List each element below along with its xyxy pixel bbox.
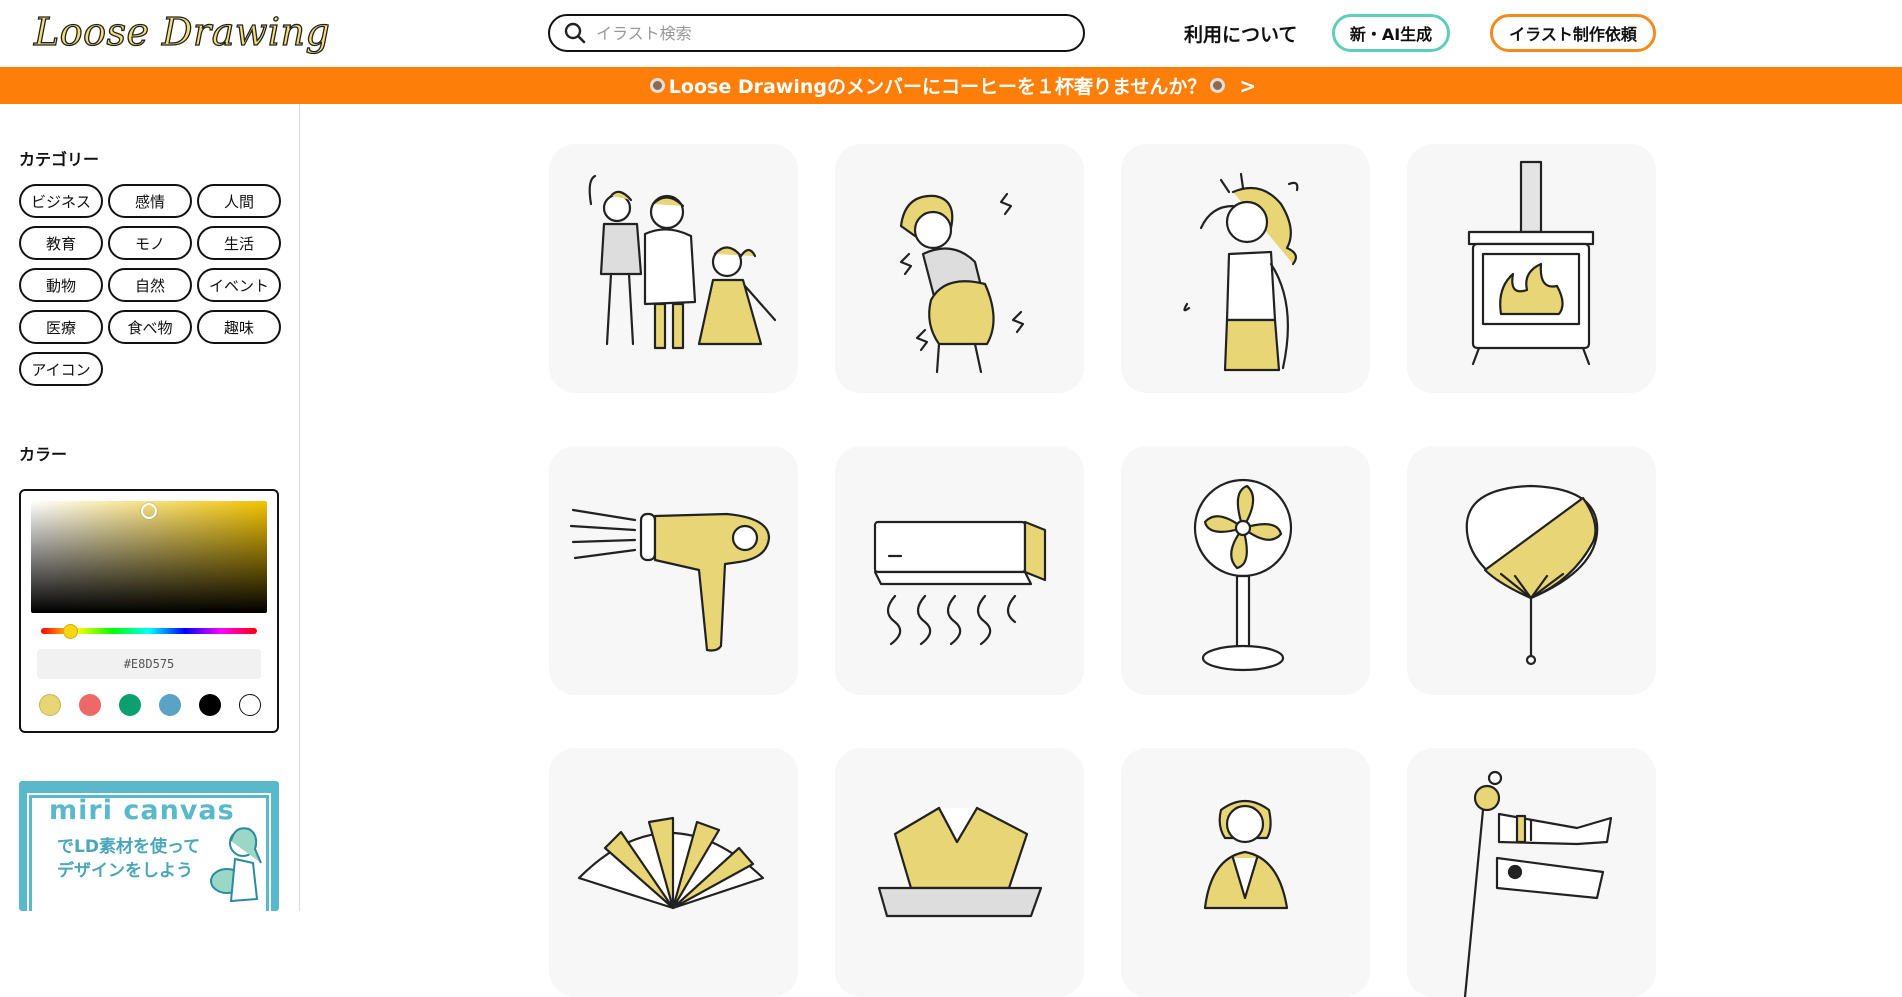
category-tag-medical[interactable]: 医療: [19, 310, 103, 344]
illustration-card[interactable]: [835, 144, 1084, 393]
electric-fan-icon: [1193, 478, 1293, 672]
illustration-card[interactable]: [835, 748, 1084, 997]
color-swatches: [39, 694, 261, 716]
air-conditioner-icon: [873, 520, 1047, 646]
family-icon: [588, 174, 777, 350]
promo-text: でLD素材を使ってデザインをしよう: [57, 837, 201, 881]
illustration-card[interactable]: [1121, 748, 1370, 997]
coffee-banner[interactable]: Loose Drawingのメンバーにコーヒーを１杯奢りませんか？ >: [0, 67, 1902, 104]
pregnant-woman-icon: [899, 192, 1025, 374]
miricanvas-promo[interactable]: miri canvas でLD素材を使ってデザインをしよう: [19, 781, 279, 911]
category-tag-event[interactable]: イベント: [197, 268, 281, 302]
swatch-white[interactable]: [239, 694, 261, 716]
illustration-card[interactable]: [1407, 144, 1656, 393]
kimono-child-icon: [1203, 799, 1289, 910]
search-input[interactable]: [596, 23, 1056, 43]
category-tag-people[interactable]: 人間: [197, 184, 281, 218]
sidebar: カテゴリー ビジネス 感情 人間 教育 モノ 生活 動物 自然 イベント 医療 …: [0, 104, 300, 911]
wood-stove-icon: [1467, 160, 1595, 366]
swatch-blue[interactable]: [159, 694, 181, 716]
folding-fan-icon: [577, 816, 765, 910]
illustration-card[interactable]: [549, 144, 798, 393]
swatch-black[interactable]: [199, 694, 221, 716]
koinobori-icon: [1463, 770, 1613, 997]
illustration-card[interactable]: [1407, 748, 1656, 997]
nav-ai-button[interactable]: 新・AI生成: [1332, 14, 1450, 52]
illustration-card[interactable]: [549, 446, 798, 695]
category-heading: カテゴリー: [19, 150, 100, 169]
nav-about-link[interactable]: 利用について: [1184, 20, 1297, 47]
headache-woman-icon: [1183, 172, 1299, 372]
illustration-card[interactable]: [835, 446, 1084, 695]
illustration-card[interactable]: [1121, 446, 1370, 695]
banner-text: Loose Drawingのメンバーにコーヒーを１杯奢りませんか？: [668, 76, 1207, 98]
hair-dryer-icon: [569, 508, 771, 652]
swatch-red[interactable]: [79, 694, 101, 716]
banner-arrow: >: [1239, 73, 1257, 98]
category-tag-nature[interactable]: 自然: [108, 268, 192, 302]
illustration-card[interactable]: [1407, 446, 1656, 695]
saturation-handle[interactable]: [141, 503, 157, 519]
swatch-yellow[interactable]: [39, 694, 61, 716]
color-heading: カラー: [19, 445, 68, 464]
swatch-green[interactable]: [119, 694, 141, 716]
hue-handle[interactable]: [63, 624, 78, 639]
category-tag-hobby[interactable]: 趣味: [197, 310, 281, 344]
category-tag-animals[interactable]: 動物: [19, 268, 103, 302]
category-tags: ビジネス 感情 人間 教育 モノ 生活 動物 自然 イベント 医療 食べ物 趣味…: [19, 184, 283, 386]
category-tag-education[interactable]: 教育: [19, 226, 103, 260]
search-box[interactable]: [548, 14, 1085, 52]
uchiwa-fan-icon: [1465, 484, 1599, 666]
site-header: Loose Drawing 利用について 新・AI生成 イラスト制作依頼: [0, 0, 1902, 67]
hex-input[interactable]: #E8D575: [37, 649, 261, 679]
girl-with-dinosaur-icon: [210, 827, 262, 903]
site-logo[interactable]: Loose Drawing: [33, 9, 330, 54]
category-tag-emotion[interactable]: 感情: [108, 184, 192, 218]
kabuto-icon: [877, 806, 1043, 918]
coffee-icon: [649, 78, 665, 93]
coffee-icon: [1210, 78, 1226, 93]
nav-request-button[interactable]: イラスト制作依頼: [1490, 14, 1656, 52]
category-tag-food[interactable]: 食べ物: [108, 310, 192, 344]
search-icon: [564, 22, 586, 44]
category-tag-things[interactable]: モノ: [108, 226, 192, 260]
illustration-card[interactable]: [549, 748, 798, 997]
illustration-card[interactable]: [1121, 144, 1370, 393]
category-tag-business[interactable]: ビジネス: [19, 184, 103, 218]
color-picker: #E8D575: [19, 489, 279, 733]
category-tag-icon[interactable]: アイコン: [19, 352, 103, 386]
category-tag-life[interactable]: 生活: [197, 226, 281, 260]
